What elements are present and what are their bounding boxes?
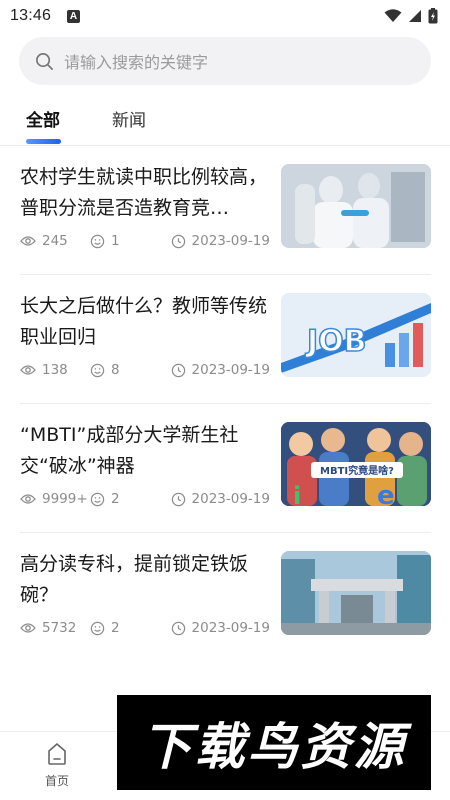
nav-home-label: 首页	[44, 774, 69, 788]
status-time: 13:46	[10, 7, 52, 24]
screen: 13:46 A 请输入搜索的关键字 全部 新闻 农村学生就读中职比例较高，普职分…	[0, 0, 450, 800]
svg-text:i: i	[293, 482, 301, 506]
news-item[interactable]: 长大之后做什么？教师等传统职业回归 138 8 2023-09-19 JOB	[0, 275, 450, 404]
tab-bar: 全部 新闻	[0, 98, 450, 144]
active-tab-indicator	[26, 139, 61, 144]
home-icon	[48, 743, 66, 765]
eye-icon	[20, 494, 36, 504]
news-meta: 9999+ 2 2023-09-19	[20, 489, 270, 509]
wifi-icon	[384, 9, 402, 22]
status-icons	[384, 8, 438, 24]
view-count: 245	[42, 233, 68, 249]
tab-news[interactable]: 新闻	[112, 106, 146, 131]
eye-icon	[20, 623, 36, 633]
smiley-icon	[90, 621, 105, 635]
smiley-icon	[90, 492, 105, 506]
smiley-icon	[90, 363, 105, 377]
watermark-text: 下载鸟资源	[141, 717, 407, 776]
mbti-art: MBTI究竟是啥? i e	[281, 422, 431, 506]
news-title: 高分读专科，提前锁定铁饭碗？	[20, 553, 249, 606]
view-count: 138	[42, 362, 68, 378]
notification-icon: A	[67, 9, 81, 23]
news-meta: 138 8 2023-09-19	[20, 360, 270, 380]
comment-count: 2	[111, 620, 120, 636]
clock-icon	[171, 234, 185, 248]
lab-illustration	[281, 164, 431, 248]
news-title: “MBTI”成部分大学新生社交“破冰”神器	[20, 424, 239, 477]
cellular-signal-icon	[409, 10, 421, 22]
view-count: 9999+	[42, 491, 88, 507]
smiley-icon	[90, 234, 105, 248]
search-placeholder: 请输入搜索的关键字	[64, 53, 209, 72]
campus-illustration	[281, 551, 431, 635]
clock-icon	[171, 363, 185, 377]
search-icon	[36, 52, 53, 70]
comment-count: 8	[111, 362, 120, 378]
mbti-illustration: MBTI究竟是啥? i e	[281, 422, 431, 506]
news-meta: 5732 2 2023-09-19	[20, 618, 270, 638]
clock-icon	[171, 621, 185, 635]
job-infographic: JOB	[281, 293, 431, 377]
news-item[interactable]: 农村学生就读中职比例较高，普职分流是否造教育竞… 245 1 2023-09-1…	[0, 146, 450, 275]
battery-icon	[428, 8, 438, 24]
comment-count: 2	[111, 491, 120, 507]
lab-scientists-photo	[281, 164, 431, 248]
watermark-banner: 下载鸟资源	[117, 695, 431, 790]
svg-text:e: e	[377, 481, 395, 506]
publish-date: 2023-09-19	[191, 620, 270, 636]
news-item[interactable]: “MBTI”成部分大学新生社交“破冰”神器 9999+ 2 2023-09-19	[0, 404, 450, 533]
status-bar: 13:46 A	[0, 0, 450, 32]
news-meta: 245 1 2023-09-19	[20, 231, 270, 251]
campus-gate-photo	[281, 551, 431, 635]
news-title: 农村学生就读中职比例较高，普职分流是否造教育竞…	[20, 166, 268, 219]
nav-home[interactable]: 首页	[36, 742, 78, 794]
publish-date: 2023-09-19	[191, 362, 270, 378]
clock-icon	[171, 492, 185, 506]
publish-date: 2023-09-19	[191, 491, 270, 507]
eye-icon	[20, 365, 36, 375]
eye-icon	[20, 236, 36, 246]
mbti-caption: MBTI究竟是啥?	[320, 464, 394, 477]
job-illustration: JOB	[281, 293, 431, 377]
comment-count: 1	[111, 233, 120, 249]
tab-all[interactable]: 全部	[26, 106, 60, 131]
search-bar[interactable]: 请输入搜索的关键字	[19, 37, 431, 85]
view-count: 5732	[42, 620, 77, 636]
job-text: JOB	[305, 324, 367, 359]
news-item[interactable]: 高分读专科，提前锁定铁饭碗？ 5732 2 2023-09-19	[0, 533, 450, 662]
publish-date: 2023-09-19	[191, 233, 270, 249]
news-title: 长大之后做什么？教师等传统职业回归	[20, 295, 268, 348]
